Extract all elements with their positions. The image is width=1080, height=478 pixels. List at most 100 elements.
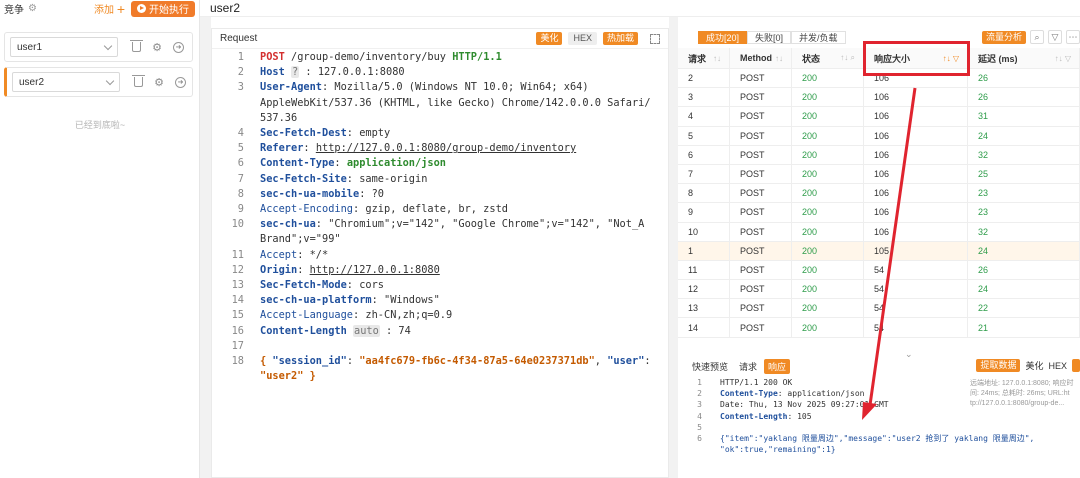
arrow-circle-icon[interactable]: ➜ xyxy=(175,76,186,88)
results-table: 请求 ↑↓ Method ↑↓ 状态 ↑↓ ⌕ 响应大小 ↑↓ ▽ 延迟 (ms) ↑↓ … xyxy=(678,48,1080,338)
table-row[interactable]: 5 POST 200 106 24 xyxy=(678,126,1080,146)
user-select[interactable]: user1 xyxy=(10,37,118,57)
code-line: { "session_id": "aa4fc679-fb6c-4f34-87a5… xyxy=(260,355,651,383)
cell-method: POST xyxy=(730,299,792,318)
chevron-down-icon xyxy=(105,76,115,85)
code-line: Content-Type: application/json xyxy=(720,389,865,399)
cell-size: 106 xyxy=(864,184,968,203)
cell-method: POST xyxy=(730,164,792,184)
play-icon xyxy=(137,4,146,13)
hex-button[interactable]: HEX xyxy=(1048,361,1067,371)
code-line: "ok":true,"remaining":1} xyxy=(720,445,836,455)
user-select-value: user2 xyxy=(19,76,45,88)
code-line: {"item":"yaklang 限量周边","message":"user2 … xyxy=(720,434,1035,443)
code-line: HTTP/1.1 200 OK xyxy=(720,378,793,387)
cell-status: 200 xyxy=(792,69,864,88)
table-row[interactable]: 9 POST 200 106 23 xyxy=(678,203,1080,223)
cell-size: 106 xyxy=(864,145,968,164)
request-header: Request 美化 HEX 热加载 xyxy=(212,29,668,49)
response-toolbar: 提取数据 美化 HEX xyxy=(976,359,1080,372)
table-row[interactable]: 1 POST 200 105 24 xyxy=(678,241,1080,261)
cell-size: 54 xyxy=(864,260,968,280)
table-row[interactable]: 10 POST 200 106 32 xyxy=(678,222,1080,242)
start-execute-button[interactable]: 开始执行 xyxy=(131,0,195,17)
user-card-active: user2 ⚙ ➜ xyxy=(4,67,193,97)
cell-req: 6 xyxy=(678,145,730,164)
cell-method: POST xyxy=(730,280,792,299)
cell-req: 13 xyxy=(678,299,730,318)
column-header[interactable]: Method ↑↓ xyxy=(730,48,792,68)
column-header[interactable]: 延迟 (ms) ↑↓ ▽ xyxy=(968,48,1080,68)
code-line: sec-ch-ua-mobile: ?0 xyxy=(260,187,385,200)
plus-icon: + xyxy=(116,1,125,17)
cell-delay: 26 xyxy=(968,88,1080,107)
code-line: Accept-Language: zh-CN,zh;q=0.9 xyxy=(260,309,453,322)
more-icon[interactable]: ⋯ xyxy=(1066,30,1080,44)
tab-success[interactable]: 成功[20] xyxy=(698,30,748,44)
beautify-button[interactable]: 美化 xyxy=(536,32,563,45)
app-window: 竞争 ⚙ 添加 + 开始执行 user1 ⚙ ➜ user2 ⚙ ➜ 已经到底啦… xyxy=(0,0,1080,478)
cell-delay: 23 xyxy=(968,203,1080,222)
cell-method: POST xyxy=(730,88,792,107)
annotation-box xyxy=(863,41,970,76)
cell-status: 200 xyxy=(792,241,864,260)
cell-status: 200 xyxy=(792,260,864,280)
table-row[interactable]: 3 POST 200 106 26 xyxy=(678,88,1080,108)
cell-status: 200 xyxy=(792,145,864,164)
cell-size: 106 xyxy=(864,88,968,107)
settings-gear-icon[interactable]: ⚙ xyxy=(28,3,37,14)
tab-bar: user2 xyxy=(200,0,1080,17)
code-line: User-Agent: Mozilla/5.0 (Windows NT 10.0… xyxy=(260,81,651,124)
hot-reload-button[interactable]: 热加载 xyxy=(602,32,638,45)
column-header[interactable]: 请求 ↑↓ xyxy=(678,48,730,68)
cell-method: POST xyxy=(730,184,792,203)
cell-status: 200 xyxy=(792,126,864,145)
tab-user2[interactable]: user2 xyxy=(210,1,240,15)
gear-icon[interactable]: ⚙ xyxy=(153,76,165,89)
add-label: 添加 xyxy=(94,5,115,16)
user-select[interactable]: user2 xyxy=(12,72,120,92)
tab-quick-preview[interactable]: 快速预览 xyxy=(688,359,732,374)
code-line: Content-Length: 105 xyxy=(720,411,812,421)
cell-status: 200 xyxy=(792,88,864,107)
arrow-circle-icon[interactable]: ➜ xyxy=(173,41,184,53)
table-row[interactable]: 14 POST 200 54 21 xyxy=(678,318,1080,338)
table-row[interactable]: 6 POST 200 106 32 xyxy=(678,145,1080,165)
cell-status: 200 xyxy=(792,107,864,126)
sidebar-title: 竞争 xyxy=(4,5,24,16)
table-row[interactable]: 11 POST 200 54 26 xyxy=(678,260,1080,281)
request-toolbar: 美化 HEX 热加载 xyxy=(536,32,660,45)
tab-request[interactable]: 请求 xyxy=(735,359,761,374)
code-line: Accept-Encoding: gzip, deflate, br, zstd xyxy=(260,203,508,215)
trash-icon[interactable] xyxy=(130,40,143,52)
hex-button[interactable]: HEX xyxy=(568,32,597,45)
cell-req: 2 xyxy=(678,69,730,88)
cell-req: 11 xyxy=(678,260,730,280)
filter-icon[interactable]: ▽ xyxy=(1048,30,1062,44)
table-row[interactable]: 7 POST 200 106 25 xyxy=(678,164,1080,185)
table-row[interactable]: 8 POST 200 106 23 xyxy=(678,184,1080,204)
cell-size: 54 xyxy=(864,280,968,299)
cell-size: 106 xyxy=(864,222,968,241)
cell-req: 4 xyxy=(678,107,730,126)
search-icon[interactable]: ⌕ xyxy=(1030,30,1044,44)
tab-concurrency[interactable]: 并发/负载 xyxy=(791,30,846,44)
column-header[interactable]: 状态 ↑↓ ⌕ xyxy=(792,48,864,68)
table-row[interactable]: 4 POST 200 106 31 xyxy=(678,107,1080,127)
extract-data-button[interactable]: 提取数据 xyxy=(976,359,1021,372)
trash-icon[interactable] xyxy=(132,75,145,87)
table-row[interactable]: 13 POST 200 54 22 xyxy=(678,299,1080,319)
cell-delay: 24 xyxy=(968,280,1080,299)
add-user-button[interactable]: 添加 + xyxy=(94,1,125,16)
code-line: Origin: http://127.0.0.1:8080 xyxy=(260,263,440,276)
table-row[interactable]: 12 POST 200 54 24 xyxy=(678,280,1080,300)
gear-icon[interactable]: ⚙ xyxy=(151,41,163,54)
traffic-analysis-button[interactable]: 流量分析 xyxy=(981,30,1026,44)
cell-status: 200 xyxy=(792,184,864,203)
code-line: Accept: */* xyxy=(260,248,329,261)
tab-failed[interactable]: 失败[0] xyxy=(747,30,792,44)
more-button[interactable] xyxy=(1072,359,1080,372)
expand-icon[interactable] xyxy=(650,33,660,44)
beautify-button[interactable]: 美化 xyxy=(1025,359,1043,372)
tab-response[interactable]: 响应 xyxy=(764,359,791,374)
